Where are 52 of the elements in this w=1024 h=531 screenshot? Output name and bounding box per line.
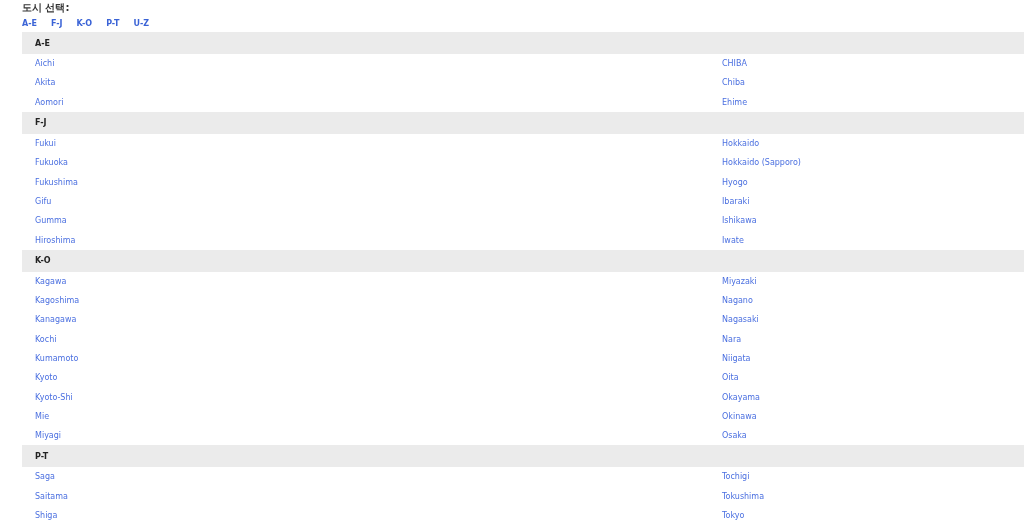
city-link[interactable]: Kanagawa (35, 315, 77, 325)
city-link[interactable]: Mie (35, 411, 50, 421)
letter-range-link[interactable]: A-E (22, 19, 37, 28)
section-heading: K-O (35, 256, 51, 266)
page-title: 도시 선택: (22, 1, 71, 15)
city-link[interactable]: Kagawa (35, 276, 67, 286)
city-link[interactable]: Osaka (722, 431, 747, 441)
city-link[interactable]: Okayama (722, 392, 761, 402)
city-link[interactable]: Iwate (722, 235, 744, 245)
city-link[interactable]: Okinawa (722, 411, 757, 421)
city-link[interactable]: Aichi (35, 59, 55, 69)
city-link[interactable]: Chiba (722, 78, 745, 88)
city-link[interactable]: Kyoto-Shi (35, 392, 73, 402)
city-link[interactable]: Ibaraki (722, 196, 750, 206)
letter-range-link[interactable]: K-O (76, 19, 93, 28)
section-heading: A-E (35, 38, 50, 48)
city-link[interactable]: Ehime (722, 97, 748, 107)
city-link[interactable]: Nara (722, 334, 742, 344)
city-link[interactable]: Hiroshima (35, 235, 76, 245)
city-link[interactable]: Miyazaki (722, 276, 757, 286)
city-link[interactable]: Kumamoto (35, 354, 79, 363)
city-link[interactable]: Kyoto (35, 373, 58, 383)
city-link[interactable]: Oita (722, 373, 739, 383)
city-link[interactable]: Saitama (35, 491, 68, 501)
city-link[interactable]: Gumma (35, 216, 67, 226)
city-link[interactable]: Hokkaido (Sapporo) (722, 158, 801, 168)
city-link[interactable]: Kagoshima (35, 296, 80, 306)
city-link[interactable]: Niigata (722, 354, 751, 363)
city-link[interactable]: Hyogo (722, 177, 748, 187)
city-link[interactable]: Tochigi (722, 472, 750, 482)
city-link[interactable]: Fukushima (35, 177, 78, 187)
section-heading: P-T (35, 451, 49, 461)
city-link[interactable]: Fukui (35, 139, 56, 149)
city-link[interactable]: Nagasaki (722, 315, 759, 325)
city-link[interactable]: Saga (35, 472, 55, 482)
section-heading: F-J (35, 118, 47, 128)
city-link[interactable]: Ishikawa (722, 216, 757, 226)
letter-range-link[interactable]: P-T (106, 19, 120, 28)
city-link[interactable]: Tokushima (722, 491, 765, 501)
city-link[interactable]: Fukuoka (35, 158, 68, 168)
city-link[interactable]: Miyagi (35, 431, 62, 441)
city-link[interactable]: Aomori (35, 97, 64, 107)
letter-range-link[interactable]: F-J (51, 19, 63, 28)
city-link[interactable]: Kochi (35, 334, 57, 344)
city-link[interactable]: CHIBA (722, 59, 747, 69)
city-link[interactable]: Shiga (35, 511, 58, 521)
city-link[interactable]: Gifu (35, 196, 52, 206)
city-link[interactable]: Akita (35, 78, 56, 88)
city-link[interactable]: Hokkaido (722, 139, 760, 149)
city-link[interactable]: Nagano (722, 296, 753, 306)
city-link[interactable]: Tokyo (722, 511, 745, 521)
letter-range-link[interactable]: U-Z (133, 19, 150, 28)
